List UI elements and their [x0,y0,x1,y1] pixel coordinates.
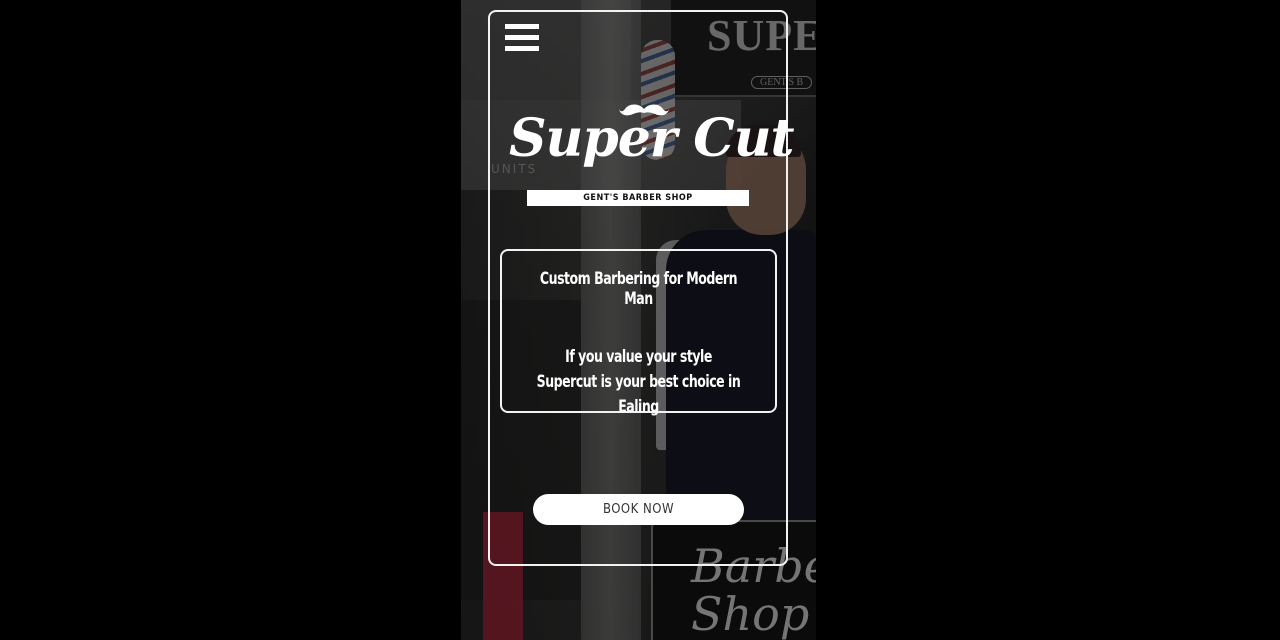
menu-bar-bottom [505,46,539,51]
hero-line-2: Supercut is your best choice in Ealing [536,372,741,417]
logo-wordmark: Super Cut [509,108,795,169]
mobile-viewport: SUPE GENT'S B UNITS Barbe Shop Super Cut… [461,0,816,640]
menu-bar-middle [505,35,539,40]
hero-line-1: If you value your style [565,347,712,367]
hero-tagline-box: Custom Barbering for Modern Man If you v… [500,249,777,417]
logo-subtitle: GENT'S BARBER SHOP [527,190,749,206]
site-logo[interactable]: Super Cut GENT'S BARBER SHOP [509,100,795,210]
hero-description: If you value your style Supercut is your… [527,345,751,420]
book-now-button[interactable]: BOOK NOW [533,494,744,525]
hamburger-menu-icon[interactable] [505,24,539,58]
hero-heading: Custom Barbering for Modern Man [539,269,738,309]
menu-bar-top [505,24,539,29]
